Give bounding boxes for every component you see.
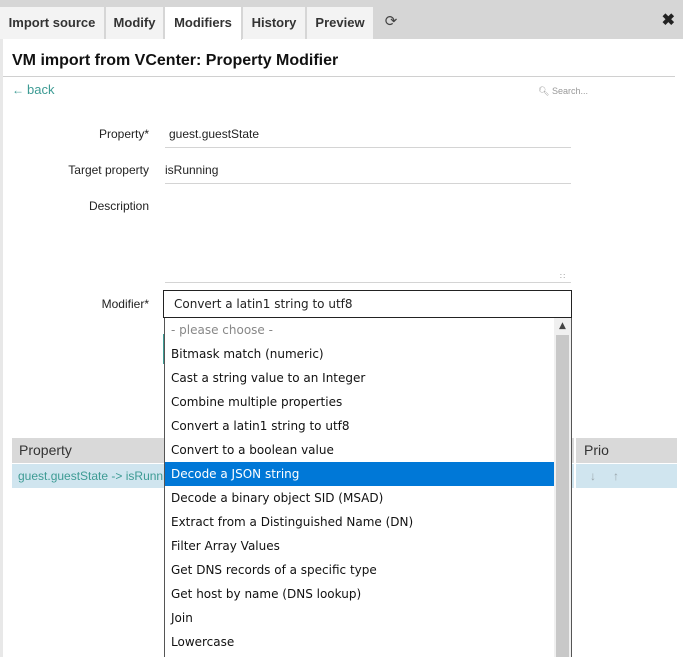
modifier-dropdown-list[interactable]: - please choose - Bitmask match (numeric…	[164, 318, 572, 657]
column-separator	[574, 438, 576, 488]
page-title: VM import from VCenter: Property Modifie…	[12, 52, 339, 69]
back-label: back	[27, 82, 55, 97]
tab-modify[interactable]: Modify	[106, 7, 164, 39]
target-property-underline	[165, 183, 571, 184]
move-down-icon[interactable]: ↓	[590, 464, 596, 488]
dropdown-option[interactable]: Get DNS records of a specific type	[165, 558, 554, 582]
dropdown-option[interactable]: Join	[165, 606, 554, 630]
title-divider	[3, 76, 675, 77]
modifier-select[interactable]: Convert a latin1 string to utf8	[163, 290, 572, 318]
dropdown-option[interactable]: Filter Array Values	[165, 534, 554, 558]
dropdown-option[interactable]: Lowercase	[165, 630, 554, 654]
search-placeholder: Search...	[551, 86, 588, 96]
resize-handle-icon[interactable]: ∷	[560, 272, 565, 281]
row-property[interactable]: guest.guestState -> isRunning	[18, 464, 168, 488]
tab-history[interactable]: History	[243, 7, 306, 39]
left-border	[0, 39, 3, 657]
scroll-up-icon[interactable]: ▲	[554, 318, 571, 335]
scroll-thumb[interactable]	[556, 335, 569, 657]
dropdown-option[interactable]: Convert a latin1 string to utf8	[165, 414, 554, 438]
dropdown-option[interactable]: Convert to a boolean value	[165, 438, 554, 462]
property-underline	[165, 147, 571, 148]
close-icon[interactable]: ✖	[662, 12, 675, 30]
dropdown-option[interactable]: - please choose -	[165, 318, 554, 342]
tab-preview[interactable]: Preview	[307, 7, 374, 39]
header-prio[interactable]: Prio	[584, 438, 609, 463]
tab-import-source[interactable]: Import source	[0, 7, 105, 39]
target-property-input[interactable]: isRunning	[165, 163, 571, 177]
dropdown-option[interactable]: Get host by name (DNS lookup)	[165, 582, 554, 606]
property-input[interactable]: guest.guestState	[165, 127, 571, 141]
description-underline	[165, 282, 571, 283]
dropdown-option[interactable]: Extract from a Distinguished Name (DN)	[165, 510, 554, 534]
dropdown-option[interactable]: Cast a string value to an Integer	[165, 366, 554, 390]
dropdown-option-highlighted[interactable]: Decode a JSON string	[165, 462, 554, 486]
back-arrow-icon: ←	[12, 83, 24, 97]
target-property-label: Target property	[68, 163, 149, 177]
dropdown-option[interactable]: Bitmask match (numeric)	[165, 342, 554, 366]
tab-bar: Import source Modify Modifiers History P…	[0, 0, 683, 40]
dropdown-scrollbar[interactable]: ▲	[554, 318, 571, 657]
description-label: Description	[88, 199, 149, 213]
description-textarea[interactable]	[165, 199, 571, 281]
modifier-label: Modifier*	[101, 297, 149, 311]
tab-modifiers[interactable]: Modifiers	[165, 7, 242, 40]
move-up-icon[interactable]: ↑	[613, 464, 619, 488]
search-icon: 🔍︎	[538, 86, 550, 96]
back-link[interactable]: ← back	[12, 82, 54, 97]
search-input[interactable]: 🔍︎ Search...	[538, 86, 588, 97]
refresh-icon[interactable]: ⟳	[374, 7, 408, 39]
property-label: Property*	[98, 127, 149, 141]
header-property[interactable]: Property	[19, 438, 72, 463]
dropdown-option[interactable]: Decode a binary object SID (MSAD)	[165, 486, 554, 510]
dropdown-option[interactable]: Combine multiple properties	[165, 390, 554, 414]
